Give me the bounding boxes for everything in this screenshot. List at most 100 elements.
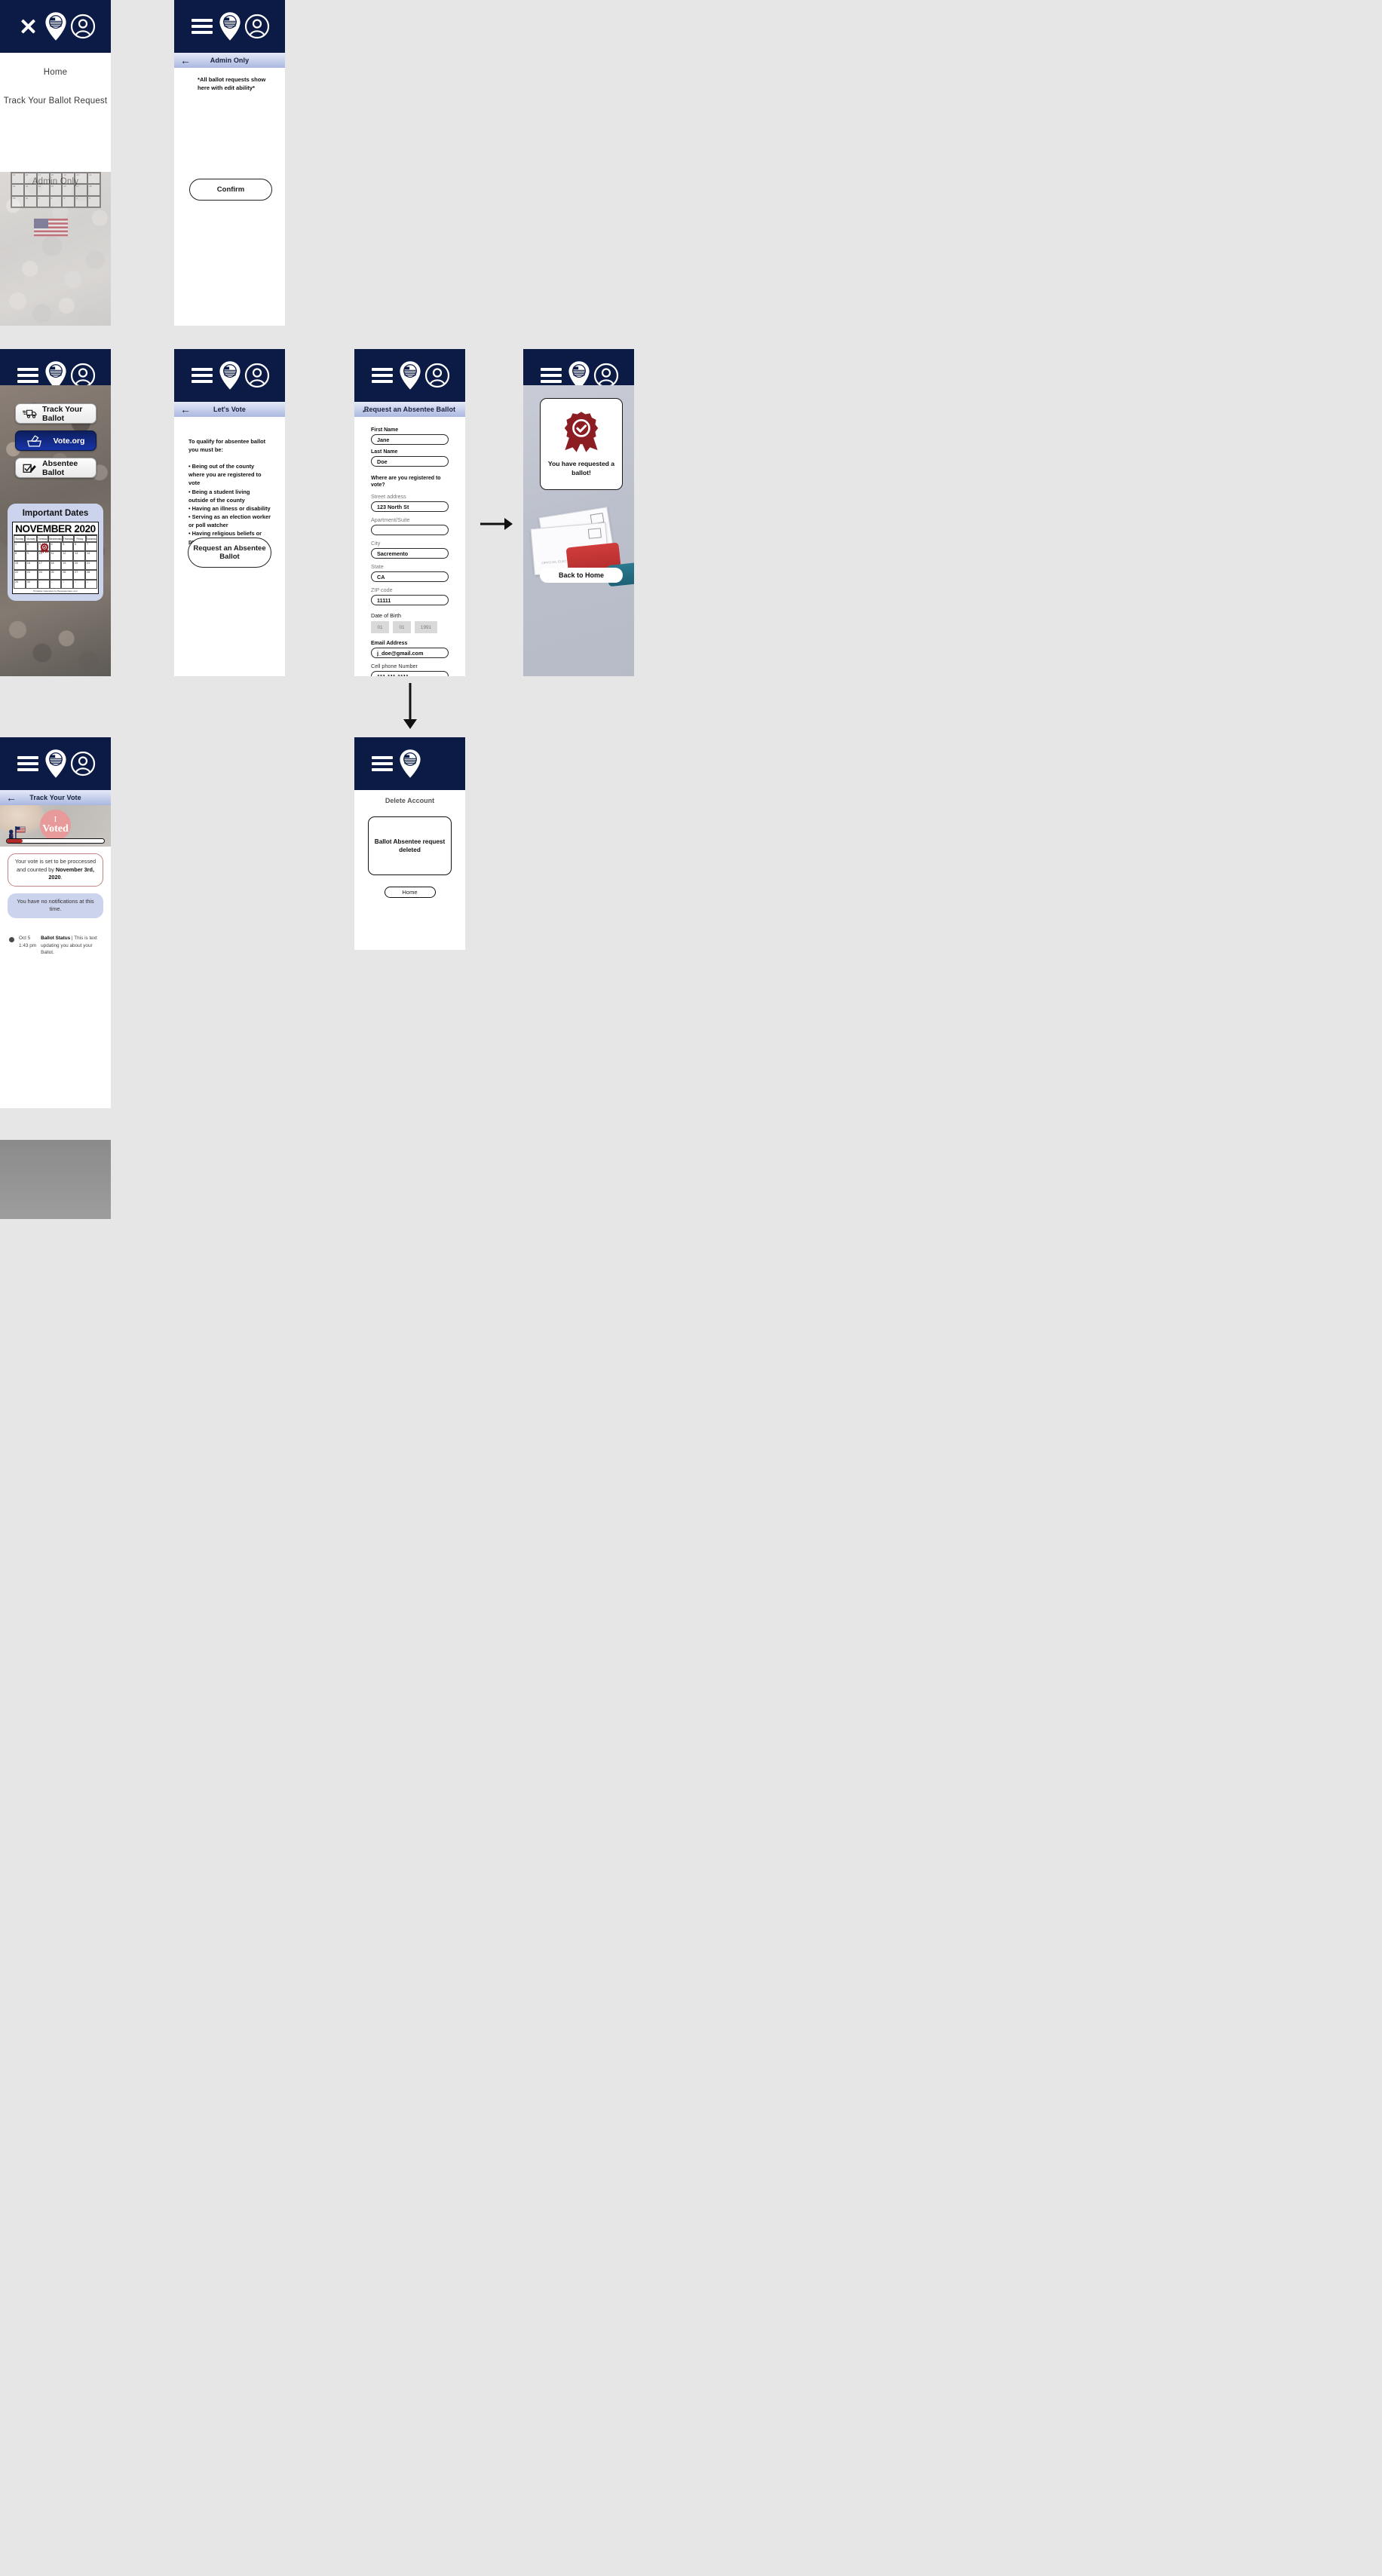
first-name-input[interactable]: Jane bbox=[371, 434, 449, 445]
note-date: November 3rd, 2020 bbox=[48, 865, 95, 881]
hamburger-icon[interactable] bbox=[15, 363, 41, 388]
day-cell[interactable]: 15 bbox=[14, 560, 26, 571]
weekday-cell: Wednesday bbox=[48, 535, 63, 542]
admin-confirm-button[interactable]: Confirm bbox=[189, 179, 272, 201]
back-arrow-icon[interactable]: ← bbox=[6, 792, 17, 803]
award-check-ribbon-icon bbox=[564, 412, 599, 453]
close-icon[interactable] bbox=[15, 14, 41, 39]
day-cell[interactable]: 30 bbox=[25, 579, 38, 589]
email-input[interactable]: j_doe@gmail.com bbox=[371, 648, 449, 659]
menu-item-track-ballot-request[interactable]: Track Your Ballot Request bbox=[0, 96, 111, 106]
absentee-ballot-button[interactable]: Absentee Ballot bbox=[15, 458, 97, 478]
ballot-pin-logo-icon[interactable] bbox=[217, 12, 243, 41]
back-arrow-icon[interactable]: ← bbox=[180, 55, 191, 66]
request-absentee-ballot-button[interactable]: Request an Absentee Ballot bbox=[188, 538, 271, 568]
day-cell[interactable]: 4 bbox=[49, 542, 62, 552]
hamburger-icon[interactable] bbox=[369, 751, 395, 776]
apartment-suite-input[interactable] bbox=[371, 525, 449, 536]
user-account-icon[interactable] bbox=[244, 363, 270, 388]
top-navbar bbox=[174, 0, 285, 53]
admin-note-text: *All ballot requests show here with edit… bbox=[198, 76, 266, 91]
day-cell[interactable]: 7 bbox=[85, 542, 97, 552]
day-cell[interactable]: 27 bbox=[73, 570, 86, 580]
hamburger-icon[interactable] bbox=[15, 751, 41, 776]
day-cell[interactable]: 28 bbox=[85, 570, 97, 580]
timeline-item: Oct 5 1:43 pm Ballot Status | This is te… bbox=[9, 935, 102, 957]
day-cell[interactable]: 2 bbox=[49, 579, 62, 589]
last-name-input[interactable]: Doe bbox=[371, 456, 449, 467]
ballot-pin-logo-icon[interactable] bbox=[217, 361, 243, 390]
day-cell[interactable]: 1 bbox=[14, 542, 26, 552]
dob-year-input[interactable]: 1991 bbox=[415, 621, 437, 634]
ballot-pin-logo-icon[interactable] bbox=[43, 749, 69, 778]
back-arrow-icon[interactable]: ← bbox=[180, 404, 191, 415]
street-address-input[interactable]: 123 North St bbox=[371, 501, 449, 513]
day-cell[interactable]: 5 bbox=[61, 542, 74, 552]
day-cell[interactable]: 12 bbox=[61, 551, 74, 561]
user-account-icon[interactable] bbox=[70, 14, 96, 39]
i-voted-sticker: I Voted bbox=[40, 810, 71, 841]
day-cell[interactable]: 23 bbox=[25, 570, 38, 580]
city-input[interactable]: Sacremento bbox=[371, 548, 449, 559]
last-name-label: Last Name bbox=[371, 449, 398, 455]
day-cell[interactable]: 18 bbox=[49, 560, 62, 571]
day-cell[interactable]: 29 bbox=[14, 579, 26, 589]
processing-note: Your vote is set to be proccessed and co… bbox=[8, 853, 103, 887]
calendar-credit: Printable Calendars by Betacalendars.com bbox=[33, 589, 78, 593]
ballot-pin-logo-icon[interactable] bbox=[43, 361, 69, 390]
day-cell[interactable]: 1 bbox=[37, 579, 50, 589]
user-account-icon[interactable] bbox=[244, 14, 270, 39]
hamburger-icon[interactable] bbox=[538, 363, 564, 388]
hamburger-icon[interactable] bbox=[369, 363, 395, 388]
ballot-pin-logo-icon[interactable] bbox=[397, 749, 423, 778]
day-cell[interactable]: 6 bbox=[73, 542, 86, 552]
cell-phone-input[interactable]: 111-111-1111 bbox=[371, 671, 449, 676]
home-button[interactable]: Home bbox=[384, 887, 436, 898]
back-arrow-icon[interactable]: ← bbox=[360, 404, 371, 415]
vote-org-button[interactable]: Vote.org bbox=[15, 430, 97, 451]
absentee-form: First Name Jane Last Name Doe Where are … bbox=[354, 417, 465, 676]
ballot-pin-logo-icon[interactable] bbox=[566, 361, 592, 390]
day-cell[interactable]: 5 bbox=[85, 579, 97, 589]
day-cell[interactable]: 3 bbox=[61, 579, 74, 589]
day-cell[interactable]: 8 bbox=[14, 551, 26, 561]
day-cell[interactable]: 22 bbox=[14, 570, 26, 580]
important-dates-card: Important Dates NOVEMBER 2020 Sunday Mon… bbox=[8, 504, 103, 601]
day-cell[interactable]: 2 bbox=[25, 542, 38, 552]
state-label: State bbox=[371, 563, 384, 571]
back-to-home-button[interactable]: Back to Home bbox=[540, 568, 623, 583]
hamburger-icon[interactable] bbox=[189, 14, 215, 39]
day-cell[interactable]: 9 bbox=[25, 551, 38, 561]
day-cell[interactable]: 24 bbox=[37, 570, 50, 580]
user-account-icon[interactable] bbox=[424, 363, 450, 388]
user-account-icon[interactable] bbox=[70, 751, 96, 776]
track-your-ballot-button[interactable]: Track Your Ballot bbox=[15, 403, 97, 424]
zip-code-input[interactable]: 11111 bbox=[371, 595, 449, 606]
state-input[interactable]: CA bbox=[371, 571, 449, 583]
menu-hero-image: 15 16 17 18 19 20 21 22 23 24 25 26 27 28 29 30 1 2 3 4 5 bbox=[0, 172, 111, 326]
day-cell[interactable]: 19 bbox=[61, 560, 74, 571]
user-account-icon[interactable] bbox=[70, 363, 96, 388]
day-cell[interactable]: 21 bbox=[85, 560, 97, 571]
user-account-icon[interactable] bbox=[593, 363, 619, 388]
day-cell[interactable]: 26 bbox=[61, 570, 74, 580]
day-cell[interactable]: 14 bbox=[85, 551, 97, 561]
ballot-pin-logo-icon[interactable] bbox=[397, 361, 423, 390]
day-cell[interactable]: 25 bbox=[49, 570, 62, 580]
track-your-ballot-label: Track Your Ballot bbox=[42, 404, 83, 423]
dob-day-input[interactable]: 01 bbox=[393, 621, 411, 634]
dob-month-input[interactable]: 01 bbox=[371, 621, 389, 634]
notifications-bubble: You have no notifications at this time. bbox=[8, 893, 103, 918]
screens-canvas: Home Track Your Ballot Request Admin Onl… bbox=[0, 0, 1382, 2576]
day-cell[interactable]: 20 bbox=[73, 560, 86, 571]
day-cell[interactable]: 16 bbox=[25, 560, 38, 571]
day-cell[interactable]: 13 bbox=[73, 551, 86, 561]
ballot-pin-logo-icon[interactable] bbox=[43, 12, 69, 41]
ballot-box-icon bbox=[26, 434, 41, 447]
menu-list: Home Track Your Ballot Request Admin Onl… bbox=[0, 53, 111, 186]
day-cell[interactable]: 11 bbox=[49, 551, 62, 561]
day-cell[interactable]: 17 bbox=[37, 560, 50, 571]
day-cell[interactable]: 4 bbox=[73, 579, 86, 589]
hamburger-icon[interactable] bbox=[189, 363, 215, 388]
menu-item-home[interactable]: Home bbox=[0, 68, 111, 77]
